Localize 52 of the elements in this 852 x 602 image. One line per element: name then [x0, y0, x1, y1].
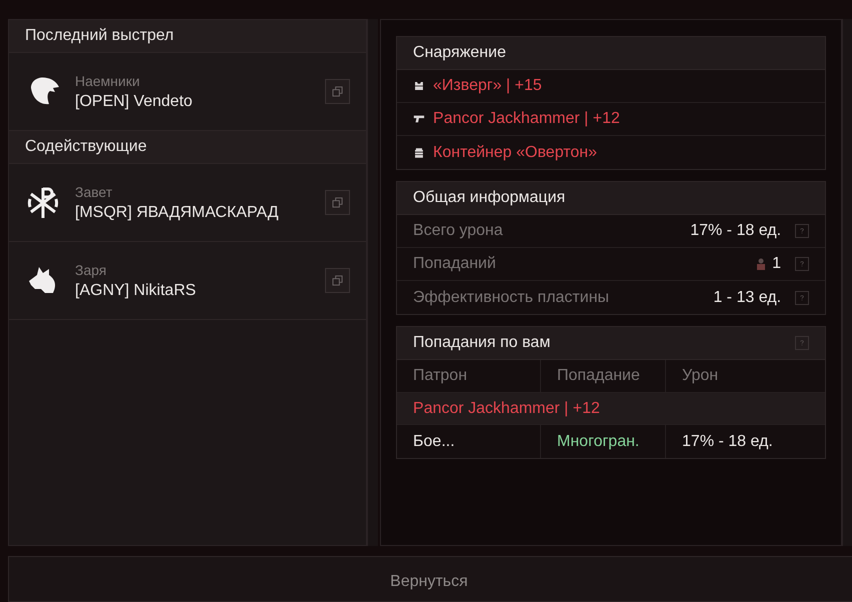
stat-label: Попаданий — [413, 254, 497, 274]
copy-icon — [332, 86, 344, 97]
stat-value: 1 — [772, 254, 782, 274]
stat-value: 1 - 13 ед. — [713, 288, 782, 308]
stat-label: Эффективность пластины — [413, 288, 610, 308]
back-button[interactable]: Вернуться — [8, 556, 852, 602]
copy-button[interactable] — [325, 268, 350, 293]
scrollbar[interactable] — [367, 19, 378, 546]
question-mark-icon — [800, 261, 804, 267]
player-name: [MSQR] ЯВАДЯМАСКАРАД — [75, 202, 280, 222]
section-header: Последний выстрел — [9, 20, 366, 53]
question-mark-icon — [800, 228, 804, 234]
help-button[interactable] — [795, 290, 810, 304]
vest-icon — [413, 80, 426, 92]
question-mark-icon — [800, 294, 804, 300]
table-cell: Многогран. — [541, 425, 666, 458]
column-header: Попадание — [541, 360, 666, 392]
card-title: Снаряжение — [413, 43, 506, 63]
table-cell: Бое... — [397, 425, 542, 458]
player-name: [AGNY] NikitaRS — [75, 280, 197, 300]
help-button[interactable] — [795, 224, 810, 238]
pistol-icon — [413, 113, 426, 125]
column-header: Урон — [681, 366, 720, 386]
faction-name: Завет — [75, 182, 114, 202]
container-icon — [413, 146, 426, 158]
faction-name: Заря — [75, 260, 108, 280]
stat-label: Всего урона — [413, 221, 504, 241]
question-mark-icon — [800, 340, 804, 346]
scrollbar[interactable] — [842, 19, 852, 546]
copy-icon — [332, 275, 344, 286]
stat-value: 17% - 18 ед. — [690, 221, 782, 241]
item-name: Pancor Jackhammer | +12 — [433, 109, 620, 129]
equipment-row[interactable]: Pancor Jackhammer | +12 — [397, 103, 826, 136]
cross-emblem-icon — [25, 184, 61, 220]
help-button[interactable] — [795, 336, 810, 350]
item-name: Контейнер «Овертон» — [433, 142, 598, 162]
item-name: «Изверг» | +15 — [433, 76, 542, 96]
weapon-name: Pancor Jackhammer | +12 — [413, 398, 600, 418]
faction-name: Наемники — [75, 72, 141, 90]
equipment-row[interactable]: Контейнер «Овертон» — [397, 136, 826, 169]
section-header: Содействующие — [9, 131, 366, 164]
help-button[interactable] — [795, 257, 810, 271]
player-name: [OPEN] Vendeto — [75, 92, 194, 112]
copy-button[interactable] — [325, 190, 350, 215]
column-header: Патрон — [397, 360, 542, 392]
equipment-row[interactable]: «Изверг» | +15 — [397, 70, 826, 103]
copy-button[interactable] — [325, 79, 350, 104]
card-title: Общая информация — [413, 188, 566, 208]
table-cell-text: 17% - 18 ед. — [681, 432, 774, 452]
person-icon — [756, 258, 766, 270]
card-title: Попадания по вам — [413, 333, 550, 353]
copy-icon — [332, 197, 344, 208]
